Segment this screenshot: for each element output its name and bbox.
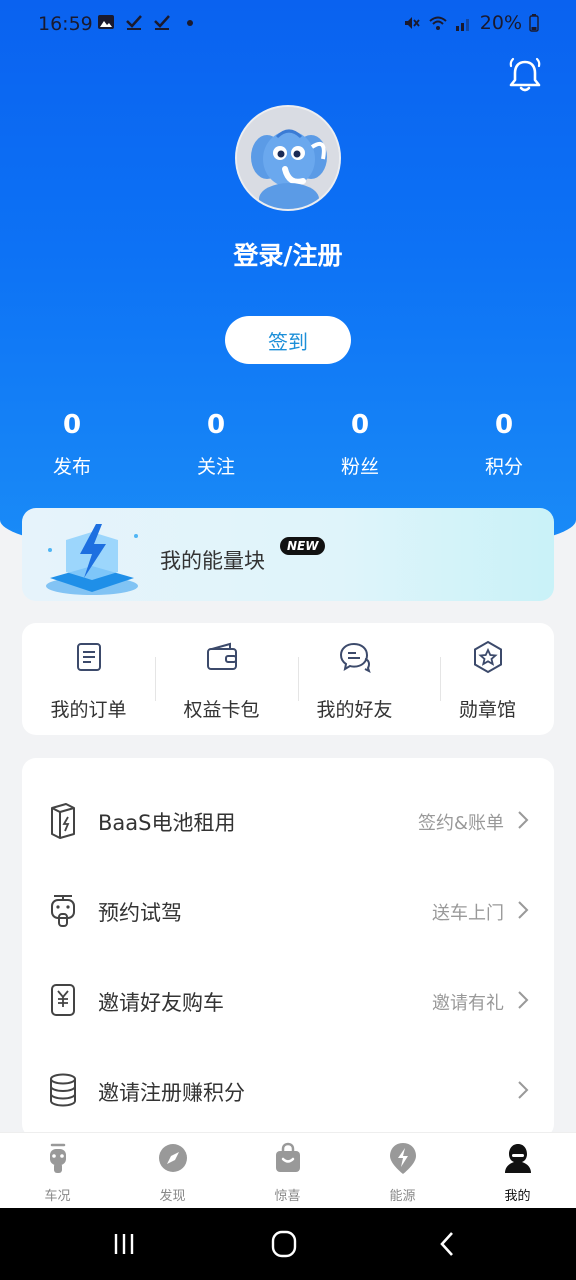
quick-action-medals[interactable]: 勋章馆 [421,623,554,735]
yuan-phone-icon [51,984,75,1016]
battery-percent: 20% [479,12,522,34]
elephant-mascot-avatar [237,107,339,209]
notification-bell-icon[interactable] [505,56,545,96]
tab-label: 发现 [159,1189,186,1204]
new-badge: NEW [280,537,326,555]
tab-vehicle-status[interactable]: 车况 [0,1133,115,1209]
menu-row-label: 邀请好友购车 [98,991,224,1015]
tab-label: 车况 [44,1189,71,1204]
menu-row-subtitle: 邀请有礼 [432,993,504,1014]
dot-icon [187,20,193,26]
login-register-link[interactable]: 登录/注册 [0,236,576,272]
person-icon [504,1144,531,1173]
scooter-icon [51,895,75,927]
menu-row-subtitle: 签约&账单 [417,813,504,834]
scooter-tab-icon [49,1143,66,1173]
energy-cube-icon [46,524,138,595]
menu-row-test-drive[interactable]: 预约试驾 送车上门 [22,866,554,956]
menu-row-label: 邀请注册赚积分 [98,1081,245,1105]
stat-value: 0 [350,410,370,440]
wifi-icon [429,16,447,30]
medal-star-icon [473,640,502,674]
avatar[interactable] [235,105,341,211]
menu-row-subtitle: 送车上门 [432,903,504,924]
status-time: 16:59 [38,13,93,35]
stat-value: 0 [494,410,514,440]
check-icon [126,15,142,30]
energy-block-card[interactable]: 我的能量块 NEW [22,508,554,601]
quick-actions-card: 我的订单 权益卡包 我的好友 勋章馆 [22,623,554,735]
quick-action-label: 权益卡包 [183,699,260,721]
mute-icon [404,17,420,29]
chat-friends-icon [339,642,371,673]
menu-row-invite-purchase[interactable]: 邀请好友购车 邀请有礼 [22,956,554,1046]
quick-action-label: 勋章馆 [458,699,516,721]
check-icon [154,15,170,30]
chevron-right-icon [518,991,529,1009]
signal-icon [455,19,469,31]
energy-block-title: 我的能量块 [160,549,265,573]
tab-surprise[interactable]: 惊喜 [230,1133,345,1209]
tab-label: 我的 [504,1189,531,1204]
menu-row-invite-register[interactable]: 邀请注册赚积分 [22,1046,554,1136]
quick-action-label: 我的订单 [50,699,127,721]
battery-icon [529,14,539,32]
menu-row-label: 预约试驾 [98,901,182,925]
battery-lightning-icon [51,803,75,839]
tab-energy[interactable]: 能源 [345,1133,460,1209]
quick-action-card-wallet[interactable]: 权益卡包 [155,623,288,735]
stat-points[interactable]: 0 积分 [454,410,554,479]
stat-label: 粉丝 [340,456,379,478]
order-list-icon [76,643,101,671]
profile-stats: 0 发布 0 关注 0 粉丝 0 积分 [0,410,576,490]
service-menu-list: BaaS电池租用 签约&账单 预约试驾 送车上门 邀请好友购车 邀请有礼 邀请注… [22,758,554,1138]
stat-label: 发布 [52,456,91,478]
tab-mine[interactable]: 我的 [460,1133,575,1209]
tab-discover[interactable]: 发现 [115,1133,230,1209]
lightning-pin-icon [389,1143,416,1174]
system-navigation-bar [0,1208,576,1280]
coin-stack-icon [50,1073,76,1107]
shopping-bag-icon [275,1142,300,1172]
stat-value: 0 [62,410,82,440]
bottom-tab-bar: 车况 发现 惊喜 能源 我的 [0,1132,576,1208]
quick-action-orders[interactable]: 我的订单 [22,623,155,735]
tab-label: 能源 [389,1189,416,1204]
compass-icon [158,1144,187,1172]
tab-label: 惊喜 [274,1189,301,1204]
stat-posts[interactable]: 0 发布 [22,410,122,479]
quick-action-label: 我的好友 [316,699,393,721]
menu-row-baas-battery[interactable]: BaaS电池租用 签约&账单 [22,776,554,866]
chevron-right-icon [518,1081,529,1099]
stat-value: 0 [206,410,226,440]
menu-row-label: BaaS电池租用 [98,811,236,835]
chevron-right-icon [518,811,529,829]
recent-apps-icon[interactable] [106,1228,142,1260]
back-icon[interactable] [430,1228,466,1260]
wallet-icon [206,642,237,670]
image-icon [98,15,114,29]
stat-label: 积分 [484,456,523,478]
stat-label: 关注 [196,456,235,478]
status-bar: 16:59 20% [0,0,576,50]
sign-in-button[interactable]: 签到 [225,316,351,364]
chevron-right-icon [518,901,529,919]
stat-following[interactable]: 0 关注 [166,410,266,479]
quick-action-friends[interactable]: 我的好友 [288,623,421,735]
home-icon[interactable] [266,1228,302,1260]
stat-followers[interactable]: 0 粉丝 [310,410,410,479]
